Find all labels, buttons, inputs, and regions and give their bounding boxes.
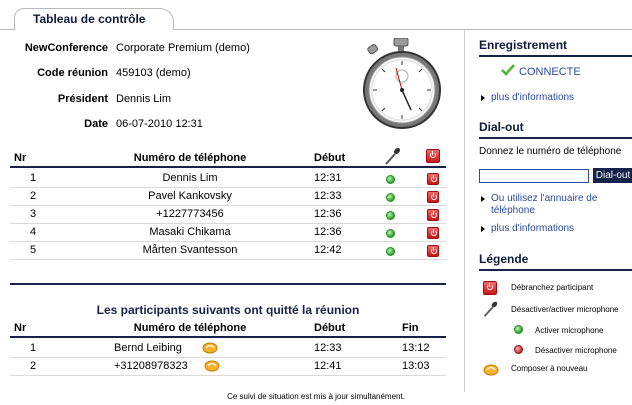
table-header: Nr Numéro de téléphone Début Fin — [10, 320, 446, 338]
dialout-title: Dial-out — [479, 120, 524, 134]
recording-status-label: CONNECTE — [519, 66, 581, 78]
col-end: Fin — [402, 322, 419, 334]
row-start: 12:42 — [314, 244, 342, 256]
info-key-president: Président — [57, 93, 108, 105]
col-start: Début — [314, 322, 346, 334]
triangle-bullet-icon — [481, 196, 485, 202]
disconnect-header-icon — [426, 149, 440, 163]
directory-link[interactable]: Ou utilisez l'annuaire de — [481, 193, 597, 204]
table-row: 2 Pavel Kankovsky 12:33 — [10, 188, 446, 206]
checkmark-icon — [501, 64, 515, 76]
table-row: 5 Mårten Svantesson 12:42 — [10, 242, 446, 260]
row-start: 12:33 — [314, 190, 342, 202]
left-participants-title: Les participants suivants ont quitté la … — [96, 303, 360, 317]
legend-divider — [479, 269, 632, 271]
row-phone: Dennis Lim — [162, 172, 218, 184]
disconnect-icon[interactable] — [427, 245, 439, 257]
row-phone: Bernd Leibing — [114, 342, 182, 354]
microphone-off-legend-icon — [514, 345, 523, 354]
disconnect-legend-icon — [483, 281, 497, 295]
redial-legend-icon — [483, 364, 499, 376]
disconnect-icon[interactable] — [427, 173, 439, 185]
row-nr: 3 — [30, 208, 37, 220]
info-key-date: Date — [84, 118, 108, 130]
table-row: 1 Bernd Leibing 12:33 13:12 — [10, 340, 446, 358]
stopwatch-icon — [363, 38, 441, 129]
triangle-bullet-icon — [481, 95, 485, 101]
row-start: 12:36 — [314, 208, 342, 220]
recording-more-link[interactable]: plus d'informations — [481, 92, 574, 103]
recording-title: Enregistrement — [479, 38, 568, 52]
row-nr: 1 — [30, 342, 37, 354]
tab-dashboard[interactable]: Tableau de contrôle — [14, 8, 174, 30]
row-phone: +1227773456 — [156, 208, 224, 220]
row-start: 12:33 — [314, 342, 342, 354]
section-divider — [10, 283, 446, 285]
col-phone: Numéro de téléphone — [133, 322, 247, 334]
row-nr: 2 — [30, 360, 37, 372]
legend-redial: Composer à nouveau — [511, 364, 588, 373]
microphone-on-icon[interactable] — [386, 247, 395, 256]
disconnect-icon[interactable] — [427, 227, 439, 239]
col-nr: Nr — [14, 322, 27, 334]
table-row: 4 Masaki Chikama 12:36 — [10, 224, 446, 242]
dialout-prompt: Donnez le numéro de téléphone — [479, 146, 622, 157]
redial-icon[interactable] — [202, 340, 218, 354]
tab-bar: Tableau de contrôle — [0, 0, 632, 30]
legend-toggle-mic: Désactiver/activer microphone — [511, 305, 619, 314]
triangle-bullet-icon — [481, 226, 485, 232]
row-nr: 1 — [30, 172, 37, 184]
microphone-on-icon[interactable] — [386, 193, 395, 202]
table-row: 2 +31208978323 12:41 13:03 — [10, 358, 446, 376]
disconnect-icon[interactable] — [427, 191, 439, 203]
microphone-on-icon[interactable] — [386, 229, 395, 238]
dialout-more-link[interactable]: plus d'informations — [481, 223, 574, 234]
table-row: 3 +1227773456 12:36 — [10, 206, 446, 224]
row-end: 13:03 — [402, 360, 430, 372]
microphone-icon — [385, 147, 401, 165]
table-row: 1 Dennis Lim 12:31 — [10, 170, 446, 188]
col-nr: Nr — [14, 152, 27, 164]
legend-disconnect: Débranchez participant — [511, 283, 594, 292]
legend-mic-on: Activer microphone — [535, 326, 604, 335]
info-key-conference: NewConference — [24, 42, 108, 54]
dialout-divider — [479, 137, 632, 139]
row-nr: 5 — [30, 244, 37, 256]
row-phone: Masaki Chikama — [149, 226, 231, 238]
redial-icon[interactable] — [204, 358, 220, 372]
row-start: 12:31 — [314, 172, 342, 184]
recording-status: CONNECTE — [501, 64, 581, 78]
tab-dashboard-label: Tableau de contrôle — [33, 12, 146, 26]
table-header: Nr Numéro de téléphone Début — [10, 147, 446, 168]
info-key-code: Code réunion — [37, 67, 108, 79]
sidebar: Enregistrement CONNECTE plus d'informati… — [464, 30, 632, 392]
microphone-legend-icon — [483, 301, 498, 317]
legend-mic-off: Désactiver microphone — [535, 346, 617, 355]
footer-note: Ce suivi de situation est mis à jour sim… — [227, 392, 405, 401]
microphone-on-icon[interactable] — [386, 211, 395, 220]
row-nr: 4 — [30, 226, 37, 238]
row-nr: 2 — [30, 190, 37, 202]
microphone-on-legend-icon — [514, 325, 523, 334]
row-phone: +31208978323 — [114, 360, 188, 372]
microphone-on-icon[interactable] — [386, 175, 395, 184]
col-start: Début — [314, 152, 346, 164]
row-end: 13:12 — [402, 342, 430, 354]
row-phone: Mårten Svantesson — [142, 244, 238, 256]
row-start: 12:41 — [314, 360, 342, 372]
row-phone: Pavel Kankovsky — [148, 190, 232, 202]
row-start: 12:36 — [314, 226, 342, 238]
dialout-button[interactable]: Dial-out — [593, 168, 632, 183]
disconnect-icon[interactable] — [427, 209, 439, 221]
directory-link-line2[interactable]: téléphone — [491, 205, 535, 216]
recording-divider — [479, 55, 632, 57]
col-phone: Numéro de téléphone — [133, 152, 247, 164]
legend-title: Légende — [479, 252, 529, 266]
phone-number-input[interactable] — [479, 169, 589, 183]
